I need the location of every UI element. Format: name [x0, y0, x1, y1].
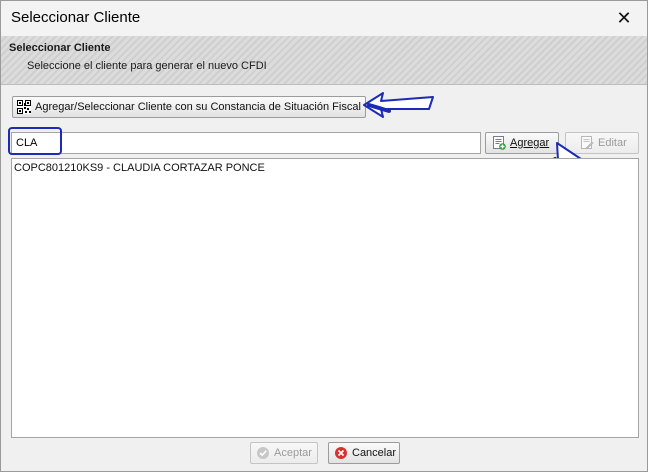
edit-document-icon	[580, 136, 594, 150]
close-icon[interactable]: ✕	[601, 1, 647, 36]
header-title: Seleccionar Cliente	[9, 42, 111, 54]
header-subtitle: Seleccione el cliente para generar el nu…	[27, 60, 267, 72]
cancelar-button[interactable]: Cancelar	[328, 442, 400, 464]
aceptar-button: Aceptar	[250, 442, 318, 464]
window-title: Seleccionar Cliente	[11, 9, 141, 26]
dialog-window: Seleccionar Cliente ✕ Seleccionar Client…	[0, 0, 648, 472]
client-list[interactable]: COPC801210KS9 - CLAUDIA CORTAZAR PONCE	[11, 158, 639, 438]
search-input[interactable]: CLA	[11, 132, 481, 154]
constancia-button[interactable]: Agregar/Seleccionar Cliente con su Const…	[12, 96, 366, 118]
aceptar-button-label: Aceptar	[274, 447, 312, 459]
qr-code-icon	[17, 100, 31, 114]
check-circle-icon	[256, 446, 270, 460]
editar-button: Editar	[565, 132, 639, 154]
editar-button-label: Editar	[598, 137, 627, 149]
title-bar: Seleccionar Cliente ✕	[1, 1, 647, 36]
agregar-button[interactable]: Agregar	[485, 132, 559, 154]
list-item[interactable]: COPC801210KS9 - CLAUDIA CORTAZAR PONCE	[14, 162, 265, 174]
dialog-header: Seleccionar Cliente Seleccione el client…	[1, 36, 647, 85]
add-document-icon	[492, 136, 506, 150]
agregar-button-label: Agregar	[510, 137, 550, 149]
annotation-arrow-left	[363, 92, 434, 118]
cancelar-button-label: Cancelar	[352, 447, 397, 459]
cancel-circle-icon	[334, 446, 348, 460]
constancia-button-label: Agregar/Seleccionar Cliente con su Const…	[35, 101, 361, 113]
